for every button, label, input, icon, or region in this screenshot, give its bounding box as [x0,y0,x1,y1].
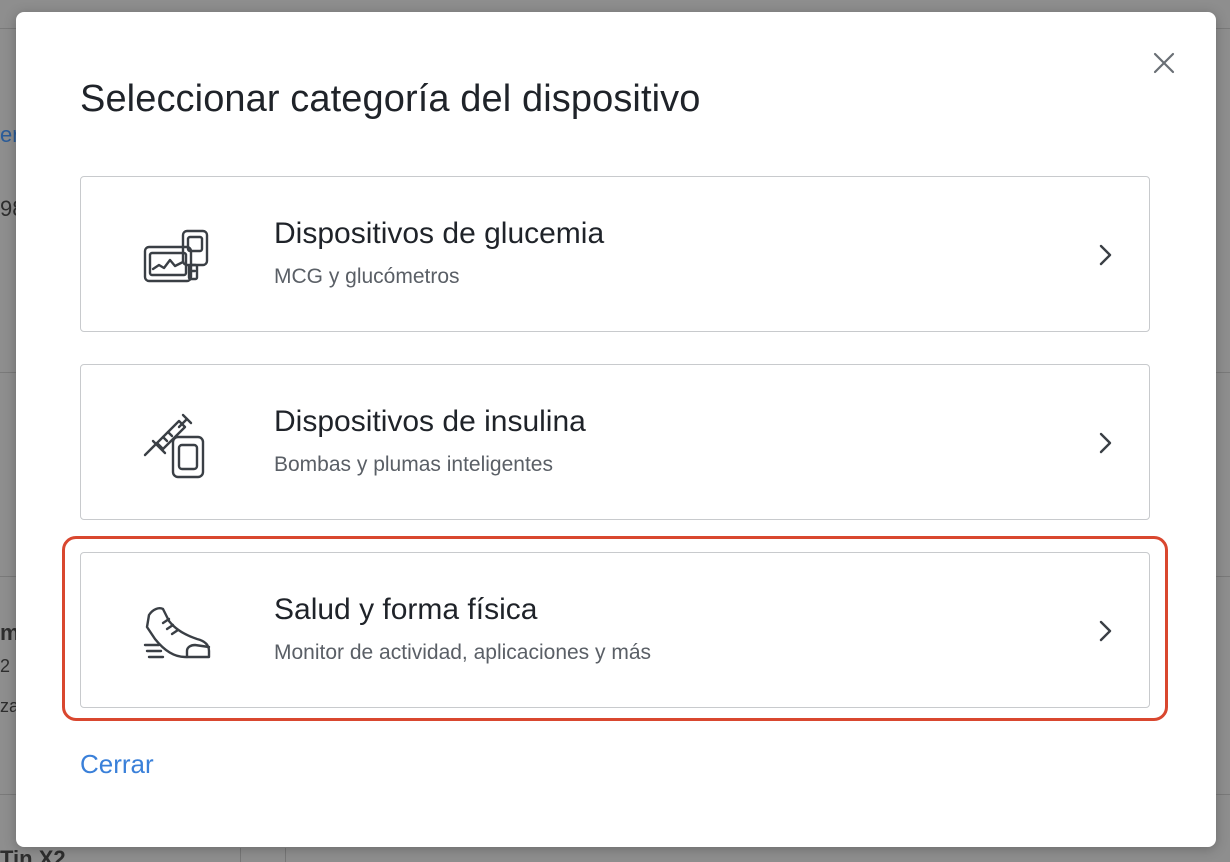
chevron-right-icon [1094,242,1116,268]
sneaker-icon [139,595,215,671]
close-icon[interactable] [1151,50,1177,76]
option-subtitle: Bombas y plumas inteligentes [274,453,553,476]
bg-text-fragment: 2 [0,656,11,676]
option-subtitle: Monitor de actividad, aplicaciones y más [274,641,652,664]
bg-text-fragment: Tin X2 [0,846,66,862]
modal-title: Seleccionar categoría del dispositivo [80,78,701,120]
glucose-meter-icon [139,219,215,295]
close-link[interactable]: Cerrar [80,749,154,780]
option-glucose-devices[interactable]: Dispositivos de glucemia MCG y glucómetr… [80,176,1150,332]
option-insulin-devices[interactable]: Dispositivos de insulina Bombas y plumas… [80,364,1150,520]
insulin-syringe-icon [139,407,215,483]
option-title: Dispositivos de glucemia [274,217,605,250]
bg-divider [240,848,241,862]
chevron-right-icon [1094,618,1116,644]
bg-divider [285,848,286,862]
option-health-fitness[interactable]: Salud y forma física Monitor de activida… [80,552,1150,708]
option-subtitle: MCG y glucómetros [274,265,460,288]
option-title: Salud y forma física [274,593,538,626]
chevron-right-icon [1094,430,1116,456]
device-category-modal: Seleccionar categoría del dispositivo Di… [16,12,1216,847]
option-title: Dispositivos de insulina [274,405,586,438]
